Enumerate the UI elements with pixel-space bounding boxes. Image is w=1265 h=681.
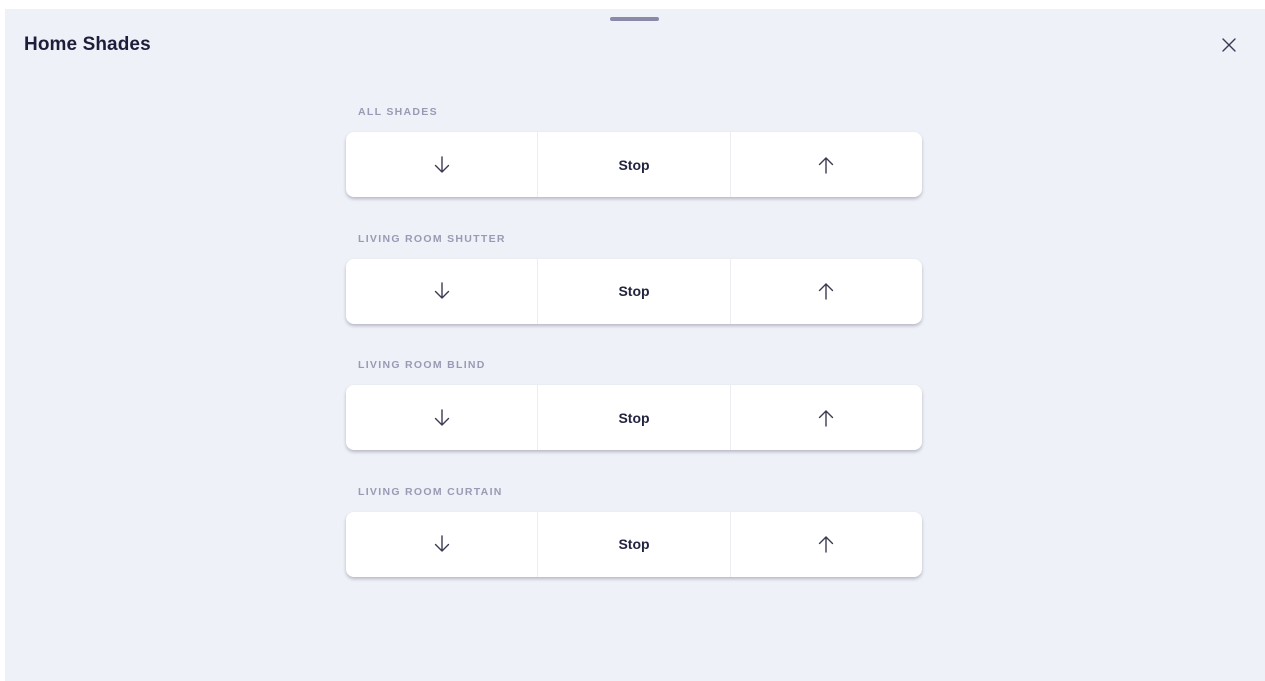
arrow-up-icon [819, 156, 834, 174]
stop-button[interactable]: Stop [538, 385, 731, 450]
group-label: ALL SHADES [358, 106, 438, 118]
arrow-up-icon [819, 536, 834, 553]
stop-label: Stop [618, 156, 650, 173]
shade-group-living-room-shutter: LIVING ROOM SHUTTER Stop [346, 233, 922, 360]
raise-button[interactable] [731, 512, 922, 577]
stop-label: Stop [618, 409, 650, 426]
drag-handle[interactable] [610, 17, 659, 21]
shades-modal: Home Shades ALL SHADES Stop LIVING ROOM … [5, 9, 1265, 681]
shade-control: Stop [346, 511, 922, 577]
shade-groups: ALL SHADES Stop LIVING ROOM SHUTTER Stop… [346, 106, 922, 612]
arrow-down-icon [434, 282, 449, 299]
group-label: LIVING ROOM SHUTTER [358, 232, 506, 245]
stop-label: Stop [618, 283, 650, 299]
stop-label: Stop [618, 536, 650, 552]
group-label: LIVING ROOM BLIND [358, 359, 486, 371]
raise-button[interactable] [731, 132, 922, 197]
close-button[interactable] [1219, 35, 1239, 55]
stop-button[interactable]: Stop [538, 258, 731, 324]
shade-control: Stop [346, 258, 922, 324]
raise-button[interactable] [731, 259, 922, 324]
stop-button[interactable]: Stop [538, 511, 731, 577]
lower-button[interactable] [346, 511, 539, 577]
close-icon [1222, 38, 1236, 52]
stop-button[interactable]: Stop [538, 132, 731, 197]
shade-group-all-shades: ALL SHADES Stop [346, 106, 922, 233]
lower-button[interactable] [346, 132, 539, 197]
lower-button[interactable] [346, 385, 539, 450]
raise-button[interactable] [731, 385, 922, 450]
group-label: LIVING ROOM CURTAIN [358, 485, 503, 498]
arrow-up-icon [819, 283, 834, 300]
shade-group-living-room-blind: LIVING ROOM BLIND Stop [346, 359, 922, 486]
modal-title: Home Shades [24, 34, 151, 55]
shade-control: Stop [346, 132, 922, 197]
arrow-down-icon [434, 408, 449, 426]
arrow-up-icon [819, 409, 834, 427]
arrow-down-icon [434, 535, 449, 552]
lower-button[interactable] [346, 258, 539, 324]
shade-control: Stop [346, 385, 922, 450]
arrow-down-icon [434, 155, 449, 173]
shade-group-living-room-curtain: LIVING ROOM CURTAIN Stop [346, 486, 922, 613]
